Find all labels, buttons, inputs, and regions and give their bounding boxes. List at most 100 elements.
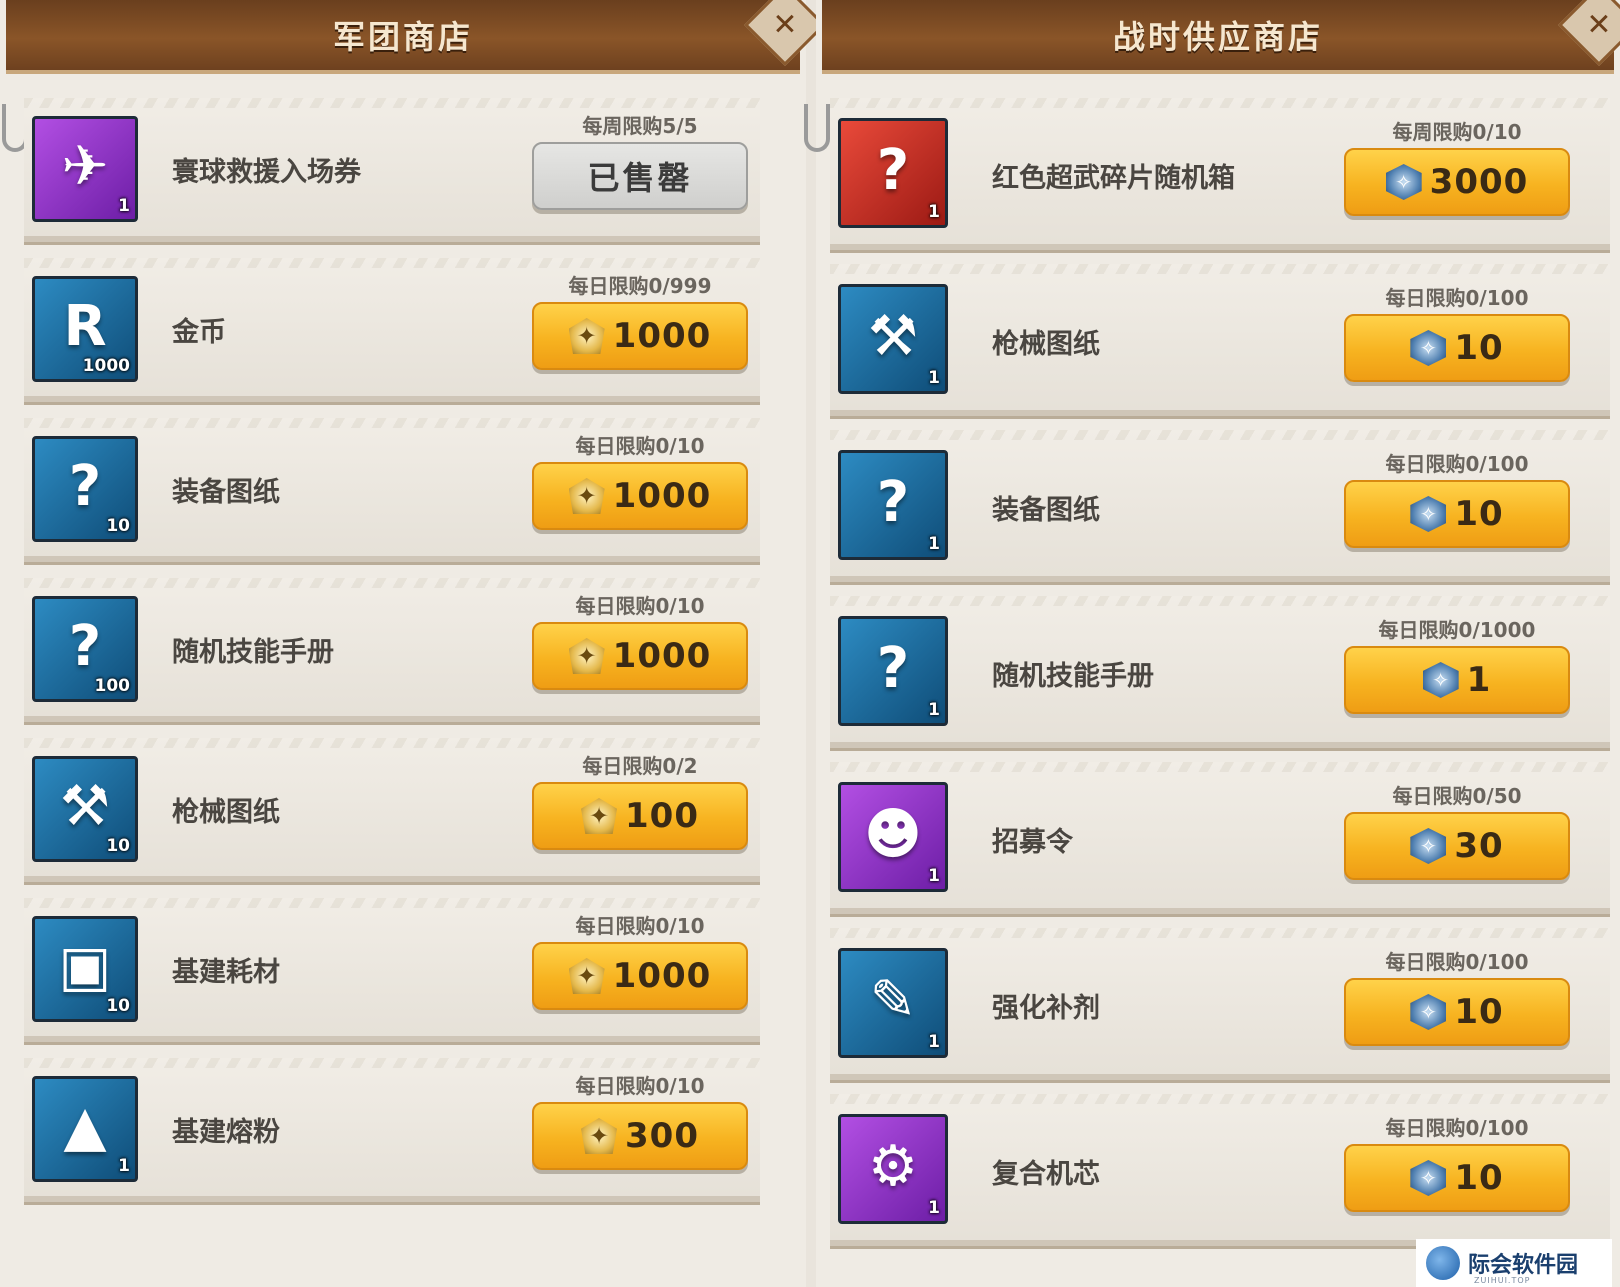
purchase-limit: 每日限购0/100 xyxy=(1385,1116,1529,1140)
item-quantity: 1 xyxy=(928,368,940,388)
buy-button[interactable]: ✦ 300 xyxy=(532,1102,748,1170)
equipment-blueprint-icon[interactable]: ? 1 xyxy=(838,450,948,560)
construction-material-icon[interactable]: ▣ 10 xyxy=(32,916,138,1022)
sold-out-label: 已售罄 xyxy=(587,159,693,197)
item-quantity: 100 xyxy=(94,676,131,696)
shop-item-row: ? 1 随机技能手册 每日限购0/1000 ✧ 1 xyxy=(830,596,1610,748)
shop-item-row: ⚒ 10 枪械图纸 每日限购0/2 ✦ 100 xyxy=(24,738,760,882)
ticket-icon[interactable]: ✈ 1 xyxy=(32,116,138,222)
legion-shop-panel: 军团商店 ✈1寰球救援入场券每周限购5/5已售罄R1000金币每日限购0/999… xyxy=(0,0,827,1287)
buy-button[interactable]: ✦ 1000 xyxy=(532,942,748,1010)
recruit-order-icon[interactable]: ☻ 1 xyxy=(838,782,948,892)
price-label: 10 xyxy=(1454,1158,1504,1198)
close-icon[interactable] xyxy=(1557,0,1620,67)
legion-currency-icon: ✦ xyxy=(568,478,605,514)
shop-item-row: ☻ 1 招募令 每日限购0/50 ✧ 30 xyxy=(830,762,1610,914)
legion-currency-icon: ✦ xyxy=(581,1118,617,1154)
war-supply-shop-title: 战时供应商店 xyxy=(1112,18,1323,56)
purchase-limit: 每周限购5/5 xyxy=(582,114,698,138)
gold-coin-icon[interactable]: R 1000 xyxy=(32,276,138,382)
legion-shop-title: 军团商店 xyxy=(332,18,473,56)
shop-item-row: ? 1 装备图纸 每日限购0/100 ✧ 10 xyxy=(830,430,1610,582)
war-supply-currency-icon: ✧ xyxy=(1410,1160,1447,1196)
sold-out-button[interactable]: 已售罄 xyxy=(532,142,748,210)
price-label: 3000 xyxy=(1429,162,1529,202)
item-quantity: 10 xyxy=(106,836,130,856)
close-icon[interactable] xyxy=(743,0,827,67)
buy-button[interactable]: ✧ 10 xyxy=(1344,480,1570,548)
buy-button[interactable]: ✦ 1000 xyxy=(532,462,748,530)
firearm-blueprint-icon-glyph: ⚒ xyxy=(59,774,111,839)
war-supply-currency-icon: ✧ xyxy=(1422,662,1459,698)
construction-material-icon-glyph: ▣ xyxy=(58,934,112,999)
buy-button[interactable]: ✧ 30 xyxy=(1344,812,1570,880)
skill-manual-icon[interactable]: ? 1 xyxy=(838,616,948,726)
buy-button[interactable]: ✦ 1000 xyxy=(532,302,748,370)
price-label: 100 xyxy=(625,796,699,836)
price-label: 30 xyxy=(1454,826,1504,866)
watermark-logo-icon xyxy=(1426,1246,1460,1280)
skill-manual-icon-glyph: ? xyxy=(876,635,910,701)
buy-button[interactable]: ✧ 1 xyxy=(1344,646,1570,714)
buy-button[interactable]: ✦ 1000 xyxy=(532,622,748,690)
red-mystery-box-icon-glyph: ? xyxy=(876,137,910,203)
recruit-order-icon-glyph: ☻ xyxy=(863,801,923,867)
item-name: 金币 xyxy=(172,317,226,348)
melt-powder-icon[interactable]: ▲ 1 xyxy=(32,1076,138,1182)
watermark-subtext: ZUIHUI.TOP xyxy=(1474,1276,1531,1285)
equipment-blueprint-icon[interactable]: ? 10 xyxy=(32,436,138,542)
melt-powder-icon-glyph: ▲ xyxy=(63,1094,107,1159)
price-label: 1 xyxy=(1466,660,1492,700)
shop-item-row: ▲ 1 基建熔粉 每日限购0/10 ✦ 300 xyxy=(24,1058,760,1202)
item-quantity: 1 xyxy=(928,1198,940,1218)
item-name: 随机技能手册 xyxy=(172,637,334,668)
composite-core-icon[interactable]: ⚙ 1 xyxy=(838,1114,948,1224)
buy-button[interactable]: ✧ 10 xyxy=(1344,314,1570,382)
price-label: 10 xyxy=(1454,992,1504,1032)
firearm-blueprint-icon[interactable]: ⚒ 1 xyxy=(838,284,948,394)
buy-button[interactable]: ✧ 10 xyxy=(1344,978,1570,1046)
war-supply-shop-header: 战时供应商店 xyxy=(822,0,1620,74)
legion-shop-header: 军团商店 xyxy=(6,0,827,74)
purchase-limit: 每日限购0/100 xyxy=(1385,452,1529,476)
purchase-limit: 每日限购0/10 xyxy=(575,434,705,458)
purchase-limit: 每日限购0/100 xyxy=(1385,286,1529,310)
buy-button[interactable]: ✧ 3000 xyxy=(1344,148,1570,216)
item-name: 基建熔粉 xyxy=(172,1117,280,1148)
price-label: 300 xyxy=(625,1116,699,1156)
hook-icon xyxy=(804,104,830,152)
war-supply-shop-panel: 战时供应商店 ?1红色超武碎片随机箱每周限购0/10✧3000⚒1枪械图纸每日限… xyxy=(804,0,1620,1287)
item-name: 装备图纸 xyxy=(172,477,280,508)
war-supply-currency-icon: ✧ xyxy=(1410,496,1447,532)
purchase-limit: 每日限购0/10 xyxy=(575,914,705,938)
red-mystery-box-icon[interactable]: ? 1 xyxy=(838,118,948,228)
price-label: 10 xyxy=(1454,494,1504,534)
item-quantity: 1 xyxy=(118,1156,130,1176)
war-supply-currency-icon: ✧ xyxy=(1385,164,1422,200)
legion-currency-icon: ✦ xyxy=(568,958,605,994)
item-quantity: 1000 xyxy=(82,356,130,376)
shop-item-row: ⚒ 1 枪械图纸 每日限购0/100 ✧ 10 xyxy=(830,264,1610,416)
purchase-limit: 每日限购0/10 xyxy=(575,594,705,618)
shop-item-row: ? 1 红色超武碎片随机箱 每周限购0/10 ✧ 3000 xyxy=(830,98,1610,250)
buy-button[interactable]: ✦ 100 xyxy=(532,782,748,850)
legion-currency-icon: ✦ xyxy=(568,638,605,674)
buy-button[interactable]: ✧ 10 xyxy=(1344,1144,1570,1212)
price-label: 1000 xyxy=(612,476,712,516)
skill-manual-icon[interactable]: ? 100 xyxy=(32,596,138,702)
purchase-limit: 每日限购0/1000 xyxy=(1378,618,1536,642)
item-name: 复合机芯 xyxy=(992,1159,1100,1190)
war-supply-currency-icon: ✧ xyxy=(1410,994,1447,1030)
item-quantity: 1 xyxy=(118,196,130,216)
watermark: 际会软件园 ZUIHUI.TOP xyxy=(1416,1239,1612,1287)
firearm-blueprint-icon[interactable]: ⚒ 10 xyxy=(32,756,138,862)
item-name: 装备图纸 xyxy=(992,495,1100,526)
shop-item-row: ✈ 1 寰球救援入场券 每周限购5/5 已售罄 xyxy=(24,98,760,242)
composite-core-icon-glyph: ⚙ xyxy=(867,1133,919,1199)
purchase-limit: 每周限购0/10 xyxy=(1392,120,1522,144)
item-name: 枪械图纸 xyxy=(172,797,280,828)
item-quantity: 10 xyxy=(106,516,130,536)
purchase-limit: 每日限购0/2 xyxy=(582,754,698,778)
item-quantity: 1 xyxy=(928,202,940,222)
enhancement-syringe-icon[interactable]: ✎ 1 xyxy=(838,948,948,1058)
